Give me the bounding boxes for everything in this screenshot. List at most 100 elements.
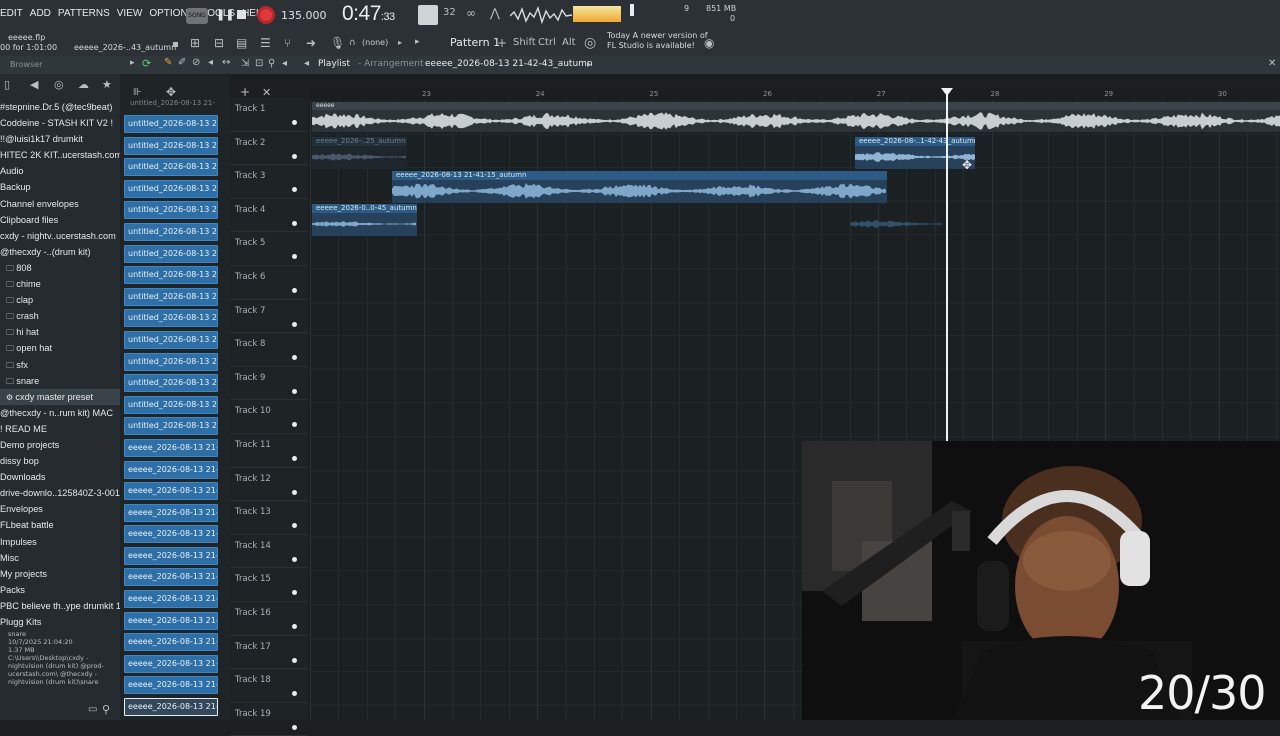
channel-name[interactable]: eeeee_2026-08-13 21-3.. (124, 482, 218, 501)
plugin-icon[interactable]: ⑂ (284, 36, 291, 50)
browser-item[interactable]: Coddeine - STASH KIT V2 ! (0, 115, 120, 131)
channel-name[interactable]: untitled_2026-08-13 21- (124, 330, 218, 349)
track-mute-led[interactable] (292, 388, 297, 394)
track-mute-led[interactable] (292, 153, 297, 159)
zoom-icon[interactable]: ⊡ (255, 58, 263, 69)
song-time-display[interactable]: 0:47:33 (342, 2, 395, 26)
pause-icon[interactable]: ❚❚ (216, 8, 234, 21)
channel-row[interactable]: eeeee_2026-08-13 21-4.. (124, 674, 218, 696)
clip-track-2-b[interactable]: eeeee_2026-08-..1-42-43_autumn (855, 137, 975, 169)
draw-icon[interactable]: ✎ (164, 57, 172, 68)
track-mute-led[interactable] (292, 254, 297, 260)
piano-roll-icon[interactable]: ▤ (236, 36, 247, 50)
track-mute-led[interactable] (292, 590, 297, 596)
clip-track-3[interactable]: eeeee_2026-08-13 21-41-15_autumn (392, 171, 887, 203)
browser-item[interactable]: cxdy - nightv..ucerstash.com (0, 228, 120, 244)
menu-view[interactable]: VIEW (117, 8, 143, 19)
add-track-icon[interactable]: + (240, 85, 250, 99)
browser-item[interactable]: 🗀 sfx (0, 357, 120, 373)
channel-name[interactable]: untitled_2026-08-13 21- (124, 309, 218, 328)
arrow-icon[interactable]: ➜ (306, 36, 316, 50)
browser-item[interactable]: Misc (0, 550, 120, 566)
refresh-icon[interactable]: ⟳ (142, 57, 151, 70)
paint-icon[interactable]: ✐ (178, 57, 186, 68)
channel-row[interactable]: eeeee_2026-08-13 21-4.. (124, 610, 218, 632)
browser-item[interactable]: 🗀 chime (0, 276, 120, 292)
channel-row[interactable]: untitled_2026-08-13 21- (124, 415, 218, 437)
snapshot-icon[interactable] (418, 5, 438, 25)
channel-row[interactable]: eeeee_2026-08-13 21-3.. (124, 545, 218, 567)
browser-item[interactable]: drive-downlo..125840Z-3-001 (0, 485, 120, 501)
channel-row[interactable]: untitled_2026-08-13 21- (124, 264, 218, 286)
search-icon[interactable]: ⚲ (268, 58, 275, 69)
channel-name[interactable]: untitled_2026-08-13 21- (124, 136, 218, 155)
channel-name[interactable]: untitled_2026-08-13 21- (124, 222, 218, 241)
microphone-icon[interactable]: 🎙 (330, 36, 345, 50)
slip-icon[interactable]: ↔ (222, 57, 230, 68)
channel-name[interactable]: untitled_2026-08-13 21- (124, 158, 218, 177)
channel-name[interactable]: eeeee_2026-08-13 21-3.. (124, 460, 218, 479)
channel-name[interactable]: untitled_2026-08-13 21- (124, 179, 218, 198)
close-icon[interactable]: ✕ (1268, 58, 1276, 69)
track-header[interactable]: Track 11 (230, 434, 308, 468)
channel-row[interactable]: untitled_2026-08-13 21- (124, 113, 218, 135)
track-mute-led[interactable] (292, 489, 297, 495)
menu-edit[interactable]: EDIT (0, 8, 23, 19)
browser-item[interactable]: !!@luisi1k17 drumkit (0, 131, 120, 147)
browser-item[interactable]: Channel envelopes (0, 196, 120, 212)
channel-row[interactable]: eeeee_2026-08-13 21-3.. (124, 523, 218, 545)
mixer-icon[interactable]: ☰ (260, 36, 271, 50)
track-header[interactable]: Track 12 (230, 468, 308, 502)
file-icon[interactable]: ▯ (4, 78, 10, 91)
channel-row[interactable]: untitled_2026-08-13 21- (124, 372, 218, 394)
channel-row[interactable]: untitled_2026-08-13 21- (124, 221, 218, 243)
channel-name[interactable]: eeeee_2026-08-13 21-4.. (124, 611, 218, 630)
track-mute-led[interactable] (292, 220, 297, 226)
browser-item[interactable]: 🗀 hi hat (0, 324, 120, 340)
track-mute-led[interactable] (292, 288, 297, 293)
browser-item[interactable]: Plugg Kits (0, 614, 120, 630)
track-header[interactable]: Track 7 (230, 300, 308, 334)
menu-patterns[interactable]: PATTERNS (58, 8, 110, 19)
channel-name[interactable]: eeeee_2026-08-13 21-4.. (124, 676, 218, 695)
channel-name[interactable]: eeeee_2026-08-13 21-4.. (124, 633, 218, 652)
track-header[interactable]: Track 1 (230, 98, 308, 132)
star-icon[interactable]: ★ (102, 78, 112, 91)
back-icon[interactable]: ◀ (30, 78, 38, 91)
browser-item[interactable]: Audio (0, 163, 120, 179)
channel-name[interactable]: untitled_2026-08-13 21- (124, 395, 218, 414)
record-button[interactable] (257, 6, 275, 24)
browser-item[interactable]: @thecxdy - n..rum kit) MAC (0, 405, 120, 421)
browser-item[interactable]: 🗀 snare (0, 373, 120, 389)
globe-icon[interactable]: ◎ (54, 78, 64, 91)
track-header[interactable]: Track 2 (230, 132, 308, 166)
channel-name[interactable]: untitled_2026-08-13 21- (124, 266, 218, 285)
channel-name[interactable]: untitled_2026-08-13 21- (124, 374, 218, 393)
channel-name[interactable]: eeeee_2026-08-13 21-4.. (124, 698, 218, 717)
browser-item[interactable]: Downloads (0, 469, 120, 485)
track-header[interactable]: Track 9 (230, 367, 308, 401)
clip-track-4[interactable]: eeeee_2026-0..0-45_autumn (312, 204, 417, 236)
master-volume-meter[interactable] (573, 6, 621, 22)
channel-name[interactable]: eeeee_2026-08-13 21-3.. (124, 568, 218, 587)
browser-item[interactable]: dissy bop (0, 453, 120, 469)
channel-row[interactable]: untitled_2026-08-13 21- (124, 199, 218, 221)
arrow-right-icon[interactable]: ▸ (130, 58, 135, 68)
track-mute-led[interactable] (292, 120, 297, 125)
snap-select[interactable]: (none) (362, 38, 388, 47)
track-header[interactable]: Track 6 (230, 266, 308, 300)
clip-track-1[interactable]: eeeee (312, 102, 1280, 132)
track-mute-led[interactable] (292, 657, 297, 663)
channel-row[interactable]: eeeee_2026-08-13 21-3.. (124, 566, 218, 588)
ctrl-key[interactable]: Ctrl (538, 37, 556, 48)
track-header[interactable]: Track 16 (230, 602, 308, 636)
channel-name[interactable]: untitled_2026-08-13 21- (124, 115, 218, 133)
channel-row[interactable]: eeeee_2026-08-13 21-4.. (124, 696, 218, 718)
track-mute-led[interactable] (292, 523, 297, 529)
channel-row[interactable]: eeeee_2026-08-13 21-4.. (124, 588, 218, 610)
channel-name[interactable]: eeeee_2026-08-13 21-3.. (124, 525, 218, 544)
track-header[interactable]: Track 19 (230, 703, 308, 736)
track-header[interactable]: Track 18 (230, 669, 308, 703)
menu-add[interactable]: ADD (30, 8, 51, 19)
channel-name[interactable]: eeeee_2026-08-13 21-4.. (124, 654, 218, 673)
